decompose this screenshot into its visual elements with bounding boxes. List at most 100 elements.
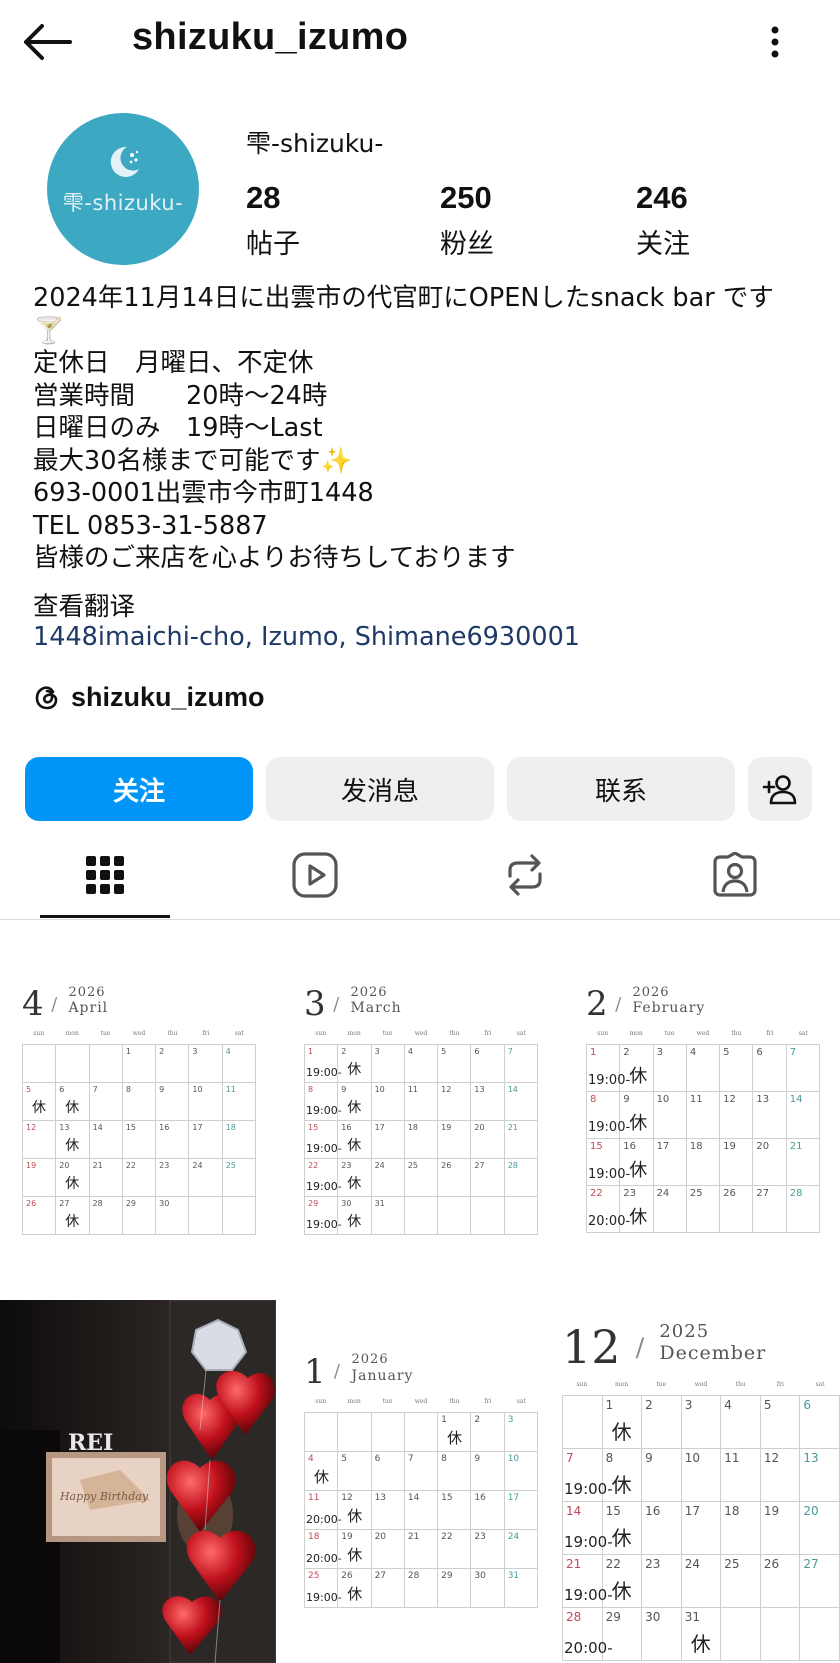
calendar-day-cell: 14 (504, 1083, 538, 1121)
more-options-icon[interactable] (760, 20, 790, 64)
calendar-day-number: 6 (756, 1047, 763, 1058)
calendar-day-cell: 10 (371, 1083, 405, 1121)
calendar-open-time: 19:00- (306, 1218, 342, 1231)
bio-line: 2024年11月14日に出雲市の代官町にOPENしたsnack bar です (33, 283, 774, 313)
post-calendar-december[interactable]: 12/2025 December sun mon tue wed thu fri sat 1 休 2 3… (562, 1318, 840, 1663)
tab-posts-grid[interactable] (0, 830, 210, 920)
calendar-day-number: 18 (308, 1532, 320, 1542)
post-calendar-march[interactable]: 3/2026 March sun mon tue wed thu fri sat 1 19:00- 2… (304, 983, 538, 1236)
calendar-weekday-row: sun mon tue wed thu fri sat (586, 1030, 820, 1037)
calendar-weekday-label: fri (776, 1381, 784, 1388)
tab-tagged[interactable] (630, 830, 840, 920)
calendar-day-number: 10 (192, 1085, 203, 1094)
calendar-weekday-label: sun (315, 1398, 327, 1405)
calendar-open-time: 19:00- (306, 1066, 342, 1079)
calendar-grid: 1 19:00- 2 休 3 4 5 6 7 8 19:00- 9 休 10 11 12 13 14 15 19:00… (304, 1044, 538, 1235)
calendar-day-cell: 5 (720, 1045, 754, 1092)
calendar-closed-mark: 休 (65, 1100, 80, 1116)
calendar-day-number: 29 (605, 1610, 621, 1624)
calendar-slash: / (51, 993, 58, 1015)
calendar-day-number: 27 (474, 1161, 485, 1170)
stat-following-count: 246 (636, 180, 688, 215)
calendar-day-number: 30 (474, 1571, 486, 1581)
post-calendar-february[interactable]: 2/2026 February sun mon tue wed thu fri sat 1 19:0… (586, 983, 820, 1236)
calendar-day-number: 15 (605, 1504, 621, 1518)
calendar-weekday-label: tue (382, 1030, 393, 1037)
calendar-day-number: 17 (656, 1141, 670, 1152)
calendar-day-number: 22 (308, 1161, 319, 1170)
threads-link[interactable]: shizuku_izumo (33, 680, 265, 714)
post-calendar-april[interactable]: 4/2026 April sun mon tue wed thu fri sat 1 2 3 4 5 休 6 休… (22, 983, 256, 1236)
calendar-closed-mark: 休 (347, 1214, 362, 1230)
calendar-day-cell: 11 (721, 1449, 761, 1502)
calendar-weekday-label: tue (100, 1030, 111, 1037)
calendar-weekday-label: sun (315, 1030, 327, 1037)
calendar-day-cell: 28 (404, 1569, 439, 1608)
stat-followers[interactable]: 250 粉丝 (440, 180, 600, 261)
follow-button[interactable]: 关注 (25, 757, 253, 821)
calendar-day-number: 9 (645, 1451, 653, 1465)
calendar-day-cell: 1 (122, 1045, 157, 1083)
calendar-day-cell (56, 1045, 90, 1083)
calendar-weekday-label: sat (234, 1030, 244, 1037)
calendar-day-cell: 5 (438, 1045, 472, 1083)
calendar-day-number: 7 (789, 1047, 797, 1058)
calendar-day-number: 10 (656, 1094, 670, 1105)
calendar-day-number: 7 (507, 1047, 513, 1056)
calendar-day-number: 14 (92, 1123, 103, 1132)
calendar-day-cell: 5休 (23, 1083, 57, 1121)
calendar-day-cell: 7 (89, 1083, 123, 1121)
calendar-day-cell: 3 (681, 1396, 722, 1449)
calendar-day-cell: 23 (642, 1555, 682, 1608)
calendar-day-number: 29 (125, 1199, 137, 1208)
calendar-day-number: 14 (507, 1085, 518, 1094)
calendar-day-cell: 5 (760, 1396, 801, 1449)
calendar-day-number: 25 (689, 1188, 703, 1199)
threads-handle: shizuku_izumo (71, 681, 265, 712)
see-translation-link[interactable]: 查看翻译 (33, 586, 135, 623)
calendar-day-number: 22 (605, 1557, 621, 1571)
calendar-day-cell: 4 (721, 1396, 761, 1449)
calendar-day-cell: 13 (800, 1449, 840, 1502)
stat-posts[interactable]: 28 帖子 (246, 180, 406, 261)
calendar-day-cell: 4 (404, 1045, 439, 1083)
calendar-slash: / (333, 993, 340, 1015)
tab-reels[interactable] (210, 830, 420, 920)
calendar-day-number: 14 (566, 1504, 582, 1518)
calendar-grid: 1 休 2 3 4 休 5 6 7 8 9 10 11 20:00- 12 休 13 14 15 16 17 18 20:0… (304, 1412, 538, 1608)
back-arrow-icon[interactable] (22, 20, 76, 64)
tab-reposts[interactable] (420, 830, 630, 920)
calendar-day-number: 28 (789, 1188, 803, 1199)
calendar-day-cell: 25 19:00- (305, 1569, 342, 1608)
calendar-day-cell: 3 (504, 1413, 538, 1452)
bio-line: 693-0001出雲市今市町1448 (33, 478, 374, 508)
post-calendar-january[interactable]: 1/2026 January sun mon tue wed thu fri sat 1 休 2 3 4 休… (304, 1350, 538, 1610)
calendar-day-number: 15 (441, 1493, 453, 1503)
profile-avatar[interactable]: 雫-shizuku- (47, 113, 199, 265)
calendar-day-number: 16 (341, 1123, 352, 1132)
stat-following[interactable]: 246 关注 (636, 180, 796, 261)
calendar-day-number: 10 (684, 1451, 700, 1465)
calendar-day-number: 26 (441, 1161, 452, 1170)
calendar-day-number: 7 (92, 1085, 98, 1094)
calendar-month-number: 1 (304, 1352, 326, 1392)
calendar-day-cell: 22 休 (602, 1555, 643, 1608)
location-link[interactable]: 1448imaichi-cho, Izumo, Shimane6930001 (33, 622, 580, 652)
calendar-day-number: 18 (724, 1504, 740, 1518)
calendar-weekday-label: mon (347, 1398, 361, 1405)
contact-button[interactable]: 联系 (507, 757, 735, 821)
calendar-day-number: 3 (684, 1398, 693, 1412)
calendar-day-number: 16 (645, 1504, 661, 1518)
calendar-day-number: 8 (590, 1094, 597, 1105)
calendar-month-name: March (350, 1000, 402, 1017)
calendar-day-number: 8 (308, 1085, 314, 1094)
calendar-day-cell: 21 (89, 1159, 123, 1197)
calendar-closed-mark: 休 (629, 1113, 648, 1134)
calendar-weekday-label: thu (167, 1030, 178, 1037)
post-birthday-photo[interactable]: REI Happy Birthday (0, 1300, 276, 1663)
calendar-day-number: 24 (684, 1557, 700, 1571)
calendar-day-number: 11 (225, 1085, 236, 1094)
suggested-users-button[interactable] (748, 757, 812, 821)
calendar-day-cell: 21 19:00- (563, 1555, 613, 1608)
message-button[interactable]: 发消息 (266, 757, 494, 821)
